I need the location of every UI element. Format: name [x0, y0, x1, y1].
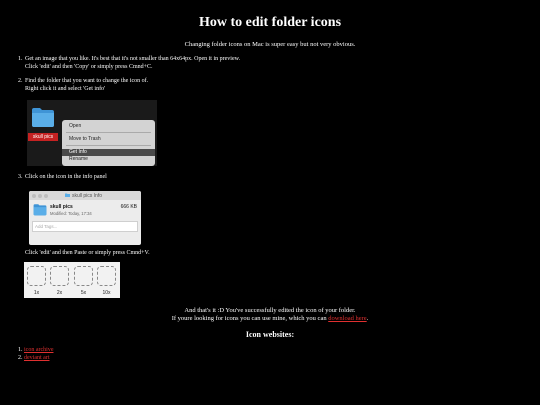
link-deviant-art[interactable]: deviant art [24, 355, 50, 361]
menu-item-move-to-trash[interactable]: Move to Trash [62, 136, 155, 143]
folder-name-label: skull pics [28, 133, 58, 141]
minimize-window-button[interactable] [38, 193, 42, 198]
icon-slot-5x [74, 266, 93, 286]
size-label: 2x [56, 290, 63, 296]
step-number: 3. [18, 174, 23, 180]
size-label: 5x [80, 290, 87, 296]
context-menu: Open Move to Trash Get Info Rename [62, 120, 155, 166]
step-text: Find the folder that you want to change … [25, 78, 149, 84]
closing-line-1: And that's it :D You've successfully edi… [184, 307, 356, 314]
folder-size: 666 KB [120, 204, 137, 210]
menu-divider [66, 145, 151, 146]
step-1: 1. Get an image that you like. It's best … [18, 56, 240, 71]
folder-name: skull pics [50, 204, 73, 210]
menu-divider [66, 132, 151, 133]
step-number: 1. [18, 56, 23, 62]
icon-slot-1x [27, 266, 46, 286]
link-icon-archive[interactable]: icon archive [24, 347, 53, 353]
page-title: How to edit folder icons [198, 15, 342, 30]
icon-websites-heading: Icon websites: [245, 330, 295, 339]
step-text: Click on the icon in the info panel [25, 174, 107, 180]
size-label: 10x [102, 290, 111, 296]
step-text-line2: Right click it and select 'Get info' [25, 85, 106, 92]
icon-sizes-screenshot: 1x 2x 5x 10x [24, 262, 120, 298]
modified-date: Modified: Today, 17:34 [50, 211, 92, 216]
step-text: Get an image that you like. It's best th… [25, 56, 241, 62]
folder-icon [65, 193, 70, 197]
info-panel-screenshot: skull pics Info skull pics Modified: Tod… [29, 191, 141, 245]
icon-slot-2x [50, 266, 69, 286]
page-subtitle: Changing folder icons on Mac is super ea… [184, 41, 356, 48]
download-link[interactable]: download here [328, 315, 366, 322]
paste-instruction: Click 'edit' and then Paste or simply pr… [25, 250, 150, 256]
menu-item-rename[interactable]: Rename [62, 156, 155, 163]
list-number: 1. [18, 347, 23, 353]
tags-input[interactable]: Add Tags... [32, 221, 138, 232]
step-2: 2. Find the folder that you want to chang… [18, 78, 148, 93]
context-menu-screenshot: skull pics Open Move to Trash Get Info R… [27, 100, 157, 166]
zoom-window-button[interactable] [44, 193, 48, 198]
closing-suffix: . [366, 315, 369, 322]
step-3: 3. Click on the icon in the info panel [18, 174, 107, 182]
step-number: 2. [18, 78, 23, 84]
menu-item-get-info[interactable]: Get Info [62, 149, 155, 156]
close-window-button[interactable] [32, 193, 36, 198]
folder-icon [32, 108, 54, 127]
folder-icon-editable[interactable] [33, 203, 47, 216]
list-number: 2. [18, 354, 23, 361]
info-window-title: skull pics Info [72, 192, 103, 199]
menu-item-open[interactable]: Open [62, 123, 155, 130]
icon-slot-10x [97, 266, 116, 286]
size-label: 1x [33, 290, 40, 296]
closing-text: If youre looking for icons you can use m… [171, 315, 329, 322]
closing-line-2: If youre looking for icons you can use m… [0, 315, 540, 323]
icon-websites-list: 1. icon archive 2. deviant art [18, 347, 53, 362]
info-window-titlebar: skull pics Info [29, 191, 141, 200]
step-text-line2: Click 'edit' and then 'Copy' or simply p… [25, 63, 153, 70]
